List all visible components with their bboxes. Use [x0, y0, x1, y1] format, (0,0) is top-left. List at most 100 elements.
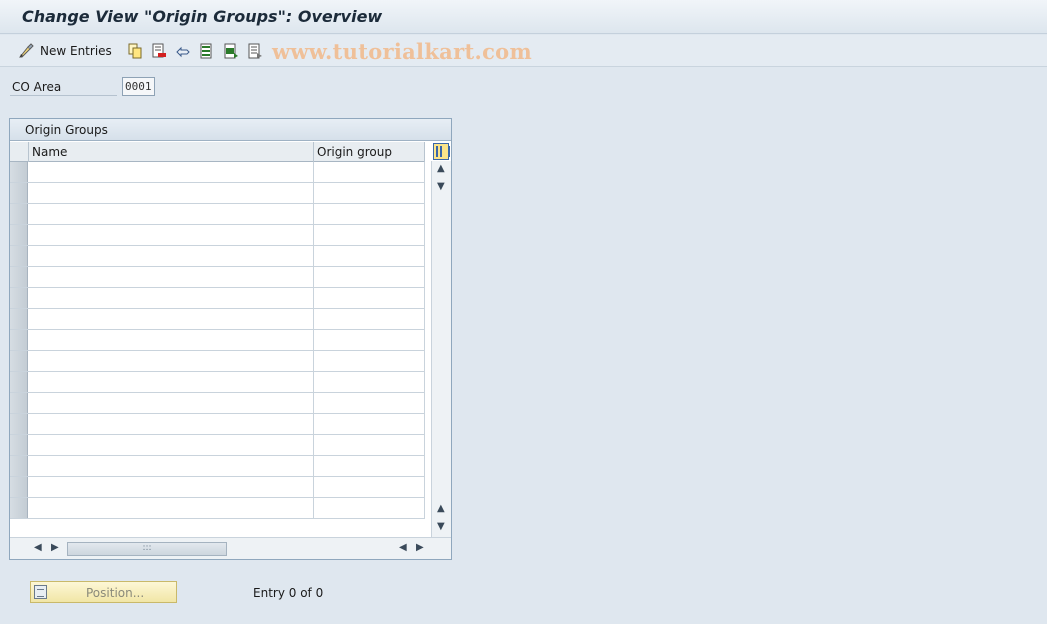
cell-name[interactable] [29, 309, 314, 329]
cell-origin-group[interactable] [314, 456, 425, 476]
scroll-up-icon[interactable]: ▲ [437, 163, 445, 174]
new-entries-button[interactable]: New Entries [18, 41, 112, 61]
cell-origin-group[interactable] [314, 267, 425, 287]
co-area-underline [10, 95, 117, 96]
cell-name[interactable] [29, 246, 314, 266]
row-selector[interactable] [10, 351, 28, 371]
undo-button[interactable] [175, 41, 191, 61]
cell-name[interactable] [29, 372, 314, 392]
table-row[interactable] [10, 330, 425, 351]
cell-origin-group[interactable] [314, 393, 425, 413]
cell-origin-group[interactable] [314, 204, 425, 224]
cell-name[interactable] [29, 330, 314, 350]
cell-name[interactable] [29, 498, 314, 518]
position-label: Position... [86, 586, 145, 600]
table-row[interactable] [10, 309, 425, 330]
co-area-label: CO Area [12, 80, 62, 94]
row-selector[interactable] [10, 372, 28, 392]
cell-name[interactable] [29, 393, 314, 413]
cell-name[interactable] [29, 477, 314, 497]
row-selector[interactable] [10, 183, 28, 203]
select-block-button[interactable] [223, 41, 239, 61]
cell-name[interactable] [29, 414, 314, 434]
select-all-rows-header[interactable] [10, 142, 29, 162]
table-row[interactable] [10, 267, 425, 288]
position-button[interactable]: Position... [30, 581, 177, 603]
table-settings-icon[interactable] [433, 143, 450, 160]
row-selector[interactable] [10, 435, 28, 455]
column-header-name[interactable]: Name [29, 142, 314, 162]
table-row[interactable] [10, 498, 425, 519]
row-selector[interactable] [10, 393, 28, 413]
cell-origin-group[interactable] [314, 162, 425, 182]
table-row[interactable] [10, 435, 425, 456]
row-selector[interactable] [10, 330, 28, 350]
table-row[interactable] [10, 456, 425, 477]
page-title: Change View "Origin Groups": Overview [22, 7, 383, 26]
cell-name[interactable] [29, 267, 314, 287]
table-row[interactable] [10, 393, 425, 414]
cell-name[interactable] [29, 204, 314, 224]
row-selector[interactable] [10, 204, 28, 224]
cell-origin-group[interactable] [314, 435, 425, 455]
co-area-field[interactable]: 0001 [122, 77, 155, 96]
column-header-origin-group[interactable]: Origin group [314, 142, 425, 162]
row-selector[interactable] [10, 267, 28, 287]
table-row[interactable] [10, 414, 425, 435]
copy-button[interactable] [127, 41, 143, 61]
cell-origin-group[interactable] [314, 351, 425, 371]
cell-origin-group[interactable] [314, 288, 425, 308]
horizontal-scrollbar[interactable]: ◀ ▶ ::: ◀ ▶ [10, 537, 451, 559]
cell-name[interactable] [29, 183, 314, 203]
cell-origin-group[interactable] [314, 225, 425, 245]
table-row[interactable] [10, 204, 425, 225]
deselect-all-button[interactable] [247, 41, 263, 61]
cell-name[interactable] [29, 288, 314, 308]
table-row[interactable] [10, 288, 425, 309]
table-row[interactable] [10, 183, 425, 204]
select-all-button[interactable] [199, 41, 215, 61]
delete-button[interactable] [151, 41, 167, 61]
table-row[interactable] [10, 162, 425, 183]
scroll-right-end-icon[interactable]: ▶ [416, 542, 424, 553]
watermark-text: www.tutorialkart.com [272, 39, 532, 64]
cell-origin-group[interactable] [314, 309, 425, 329]
scroll-down-bottom-icon[interactable]: ▼ [437, 521, 445, 532]
cell-origin-group[interactable] [314, 372, 425, 392]
scroll-left-end-icon[interactable]: ◀ [399, 542, 407, 553]
cell-origin-group[interactable] [314, 414, 425, 434]
cell-name[interactable] [29, 456, 314, 476]
row-selector[interactable] [10, 477, 28, 497]
scroll-down-icon[interactable]: ▼ [437, 181, 445, 192]
row-selector[interactable] [10, 456, 28, 476]
row-selector[interactable] [10, 162, 28, 182]
scroll-up-bottom-icon[interactable]: ▲ [437, 503, 445, 514]
cell-origin-group[interactable] [314, 330, 425, 350]
scroll-thumb[interactable]: ::: [67, 542, 227, 556]
position-icon [34, 585, 47, 599]
row-selector[interactable] [10, 225, 28, 245]
row-selector[interactable] [10, 246, 28, 266]
cell-name[interactable] [29, 162, 314, 182]
row-selector[interactable] [10, 498, 28, 518]
scroll-right-icon[interactable]: ▶ [51, 542, 59, 553]
vertical-scrollbar[interactable]: ▲ ▼ ▲ ▼ [431, 161, 451, 537]
table-row[interactable] [10, 246, 425, 267]
cell-name[interactable] [29, 435, 314, 455]
cell-name[interactable] [29, 225, 314, 245]
scroll-left-icon[interactable]: ◀ [34, 542, 42, 553]
cell-origin-group[interactable] [314, 498, 425, 518]
table-row[interactable] [10, 225, 425, 246]
row-selector[interactable] [10, 309, 28, 329]
entry-count-text: Entry 0 of 0 [253, 586, 324, 600]
cell-origin-group[interactable] [314, 477, 425, 497]
table-row[interactable] [10, 372, 425, 393]
cell-origin-group[interactable] [314, 246, 425, 266]
row-selector[interactable] [10, 414, 28, 434]
row-selector[interactable] [10, 288, 28, 308]
table-row[interactable] [10, 351, 425, 372]
cell-origin-group[interactable] [314, 183, 425, 203]
table-row[interactable] [10, 477, 425, 498]
cell-name[interactable] [29, 351, 314, 371]
edit-glasses-icon [18, 43, 34, 59]
